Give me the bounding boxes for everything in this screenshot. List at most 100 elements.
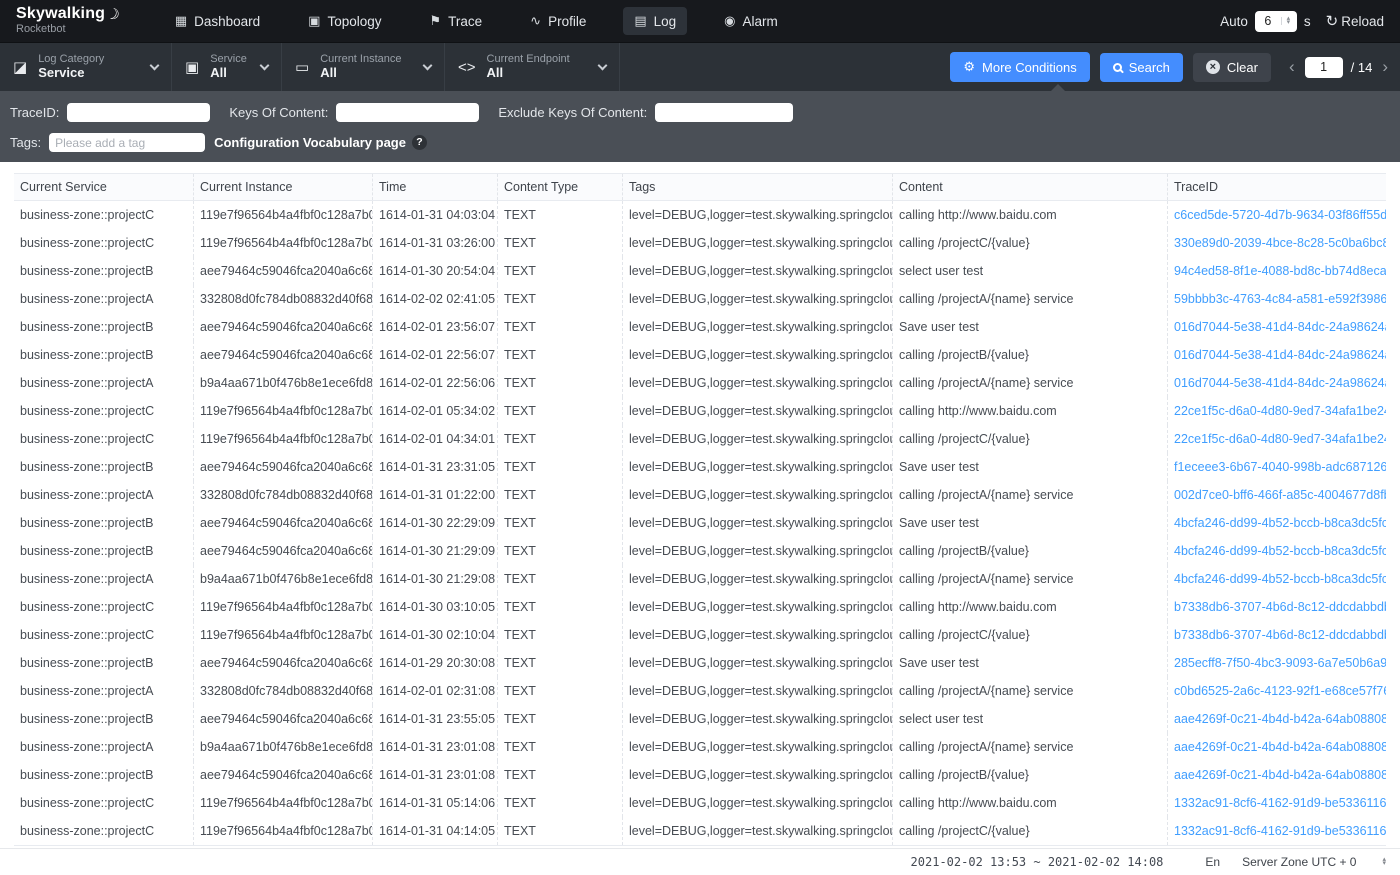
trace-id-input[interactable] <box>67 103 210 122</box>
cell-content-type: TEXT <box>497 257 622 285</box>
cell-content-type: TEXT <box>497 285 622 313</box>
cell-current-instance: 119e7f96564b4a4fbf0c128a7b0... <box>193 789 372 817</box>
cell-tags: level=DEBUG,logger=test.skywalking.sprin… <box>622 733 892 761</box>
cell-current-instance: b9a4aa671b0f476b8e1ece6fd8f... <box>193 369 372 397</box>
cell-tags: level=DEBUG,logger=test.skywalking.sprin… <box>622 397 892 425</box>
trace-id-link[interactable]: 94c4ed58-8f1e-4088-bd8c-bb74d8eca703 <box>1167 257 1386 285</box>
auto-reload-controls: Auto ▴▾ s ↻ Reload <box>1220 11 1384 32</box>
top-nav: Skywalking ☽ Rocketbot ▦ Dashboard ▣ Top… <box>0 0 1400 42</box>
exclude-keys-input[interactable] <box>655 103 793 122</box>
column-header-time: Time <box>372 174 497 200</box>
cell-current-instance: aee79464c59046fca2040a6c68... <box>193 761 372 789</box>
help-icon[interactable]: ? <box>412 135 427 150</box>
chevron-down-icon <box>150 61 160 71</box>
cell-current-instance: 119e7f96564b4a4fbf0c128a7b0... <box>193 397 372 425</box>
cell-content-type: TEXT <box>497 453 622 481</box>
cell-content-type: TEXT <box>497 761 622 789</box>
spinner-arrows-icon[interactable]: ▴▾ <box>1281 17 1295 26</box>
cell-content: select user test <box>892 257 1167 285</box>
zone-stepper-icon[interactable]: ▴▾ <box>1382 858 1386 866</box>
cell-time: 1614-02-02 02:41:05 <box>372 285 497 313</box>
configuration-vocabulary-link[interactable]: Configuration Vocabulary page <box>214 135 406 150</box>
cell-tags: level=DEBUG,logger=test.skywalking.sprin… <box>622 509 892 537</box>
cell-current-service: business-zone::projectC <box>14 397 193 425</box>
trace-id-link[interactable]: 59bbbb3c-4763-4c84-a581-e592f39865bd <box>1167 285 1386 313</box>
cell-current-service: business-zone::projectC <box>14 201 193 229</box>
nav-menu-item[interactable]: ▣ Topology <box>297 7 392 35</box>
cell-content: calling /projectC/{value} <box>892 621 1167 649</box>
nav-menu-item[interactable]: ▦ Dashboard <box>164 7 271 35</box>
nav-menu-item[interactable]: ⚑ Trace <box>419 7 494 35</box>
trace-id-link[interactable]: b7338db6-3707-4b6d-8c12-ddcdabbdb45a <box>1167 621 1386 649</box>
trace-id-link[interactable]: aae4269f-0c21-4b4d-b42a-64ab08808ac8 <box>1167 733 1386 761</box>
cell-content: calling http://www.baidu.com <box>892 789 1167 817</box>
cell-current-instance: 119e7f96564b4a4fbf0c128a7b0... <box>193 425 372 453</box>
more-conditions-button[interactable]: ⚙ More Conditions <box>950 52 1089 82</box>
nav-item-icon: ▣ <box>308 13 320 29</box>
cell-tags: level=DEBUG,logger=test.skywalking.sprin… <box>622 369 892 397</box>
reload-button[interactable]: ↻ Reload <box>1326 12 1384 30</box>
table-row: business-zone::projectA 332808d0fc784db0… <box>14 481 1386 509</box>
trace-id-link[interactable]: 1332ac91-8cf6-4162-91d9-be53361168a9 <box>1167 817 1386 845</box>
trace-id-link[interactable]: 016d7044-5e38-41d4-84dc-24a98624a30e <box>1167 313 1386 341</box>
trace-id-link[interactable]: f1eceee3-6b67-4040-998b-adc6871261c1 <box>1167 453 1386 481</box>
trace-id-link[interactable]: 330e89d0-2039-4bce-8c28-5c0ba6bc8ce7 <box>1167 229 1386 257</box>
selector-icon: ◪ <box>13 58 27 76</box>
trace-id-link[interactable]: 4bcfa246-dd99-4b52-bccb-b8ca3dc5fc94 <box>1167 565 1386 593</box>
trace-id-link[interactable]: 285ecff8-7f50-4bc3-9093-6a7e50b6a9a3 <box>1167 649 1386 677</box>
filter-selector[interactable]: ◪ Log Category Service <box>0 43 172 91</box>
prev-page-icon[interactable]: ‹ <box>1287 57 1297 77</box>
chevron-down-icon <box>598 61 608 71</box>
filter-selector[interactable]: ▣ Service All <box>172 43 282 91</box>
table-row: business-zone::projectA 332808d0fc784db0… <box>14 285 1386 313</box>
trace-id-link[interactable]: c0bd6525-2a6c-4123-92f1-e68ce57f767d <box>1167 677 1386 705</box>
time-range-picker[interactable]: 2021-02-02 13:53 ~ 2021-02-02 14:08 <box>911 855 1164 869</box>
cell-tags: level=DEBUG,logger=test.skywalking.sprin… <box>622 257 892 285</box>
page-number-input[interactable] <box>1305 57 1343 78</box>
cell-current-instance: aee79464c59046fca2040a6c68... <box>193 313 372 341</box>
cell-content-type: TEXT <box>497 705 622 733</box>
cell-content-type: TEXT <box>497 201 622 229</box>
trace-id-link[interactable]: 22ce1f5c-d6a0-4d80-9ed7-34afa1be2490 <box>1167 397 1386 425</box>
auto-interval-input[interactable] <box>1255 14 1281 28</box>
keys-of-content-input[interactable] <box>336 103 479 122</box>
trace-id-link[interactable]: 22ce1f5c-d6a0-4d80-9ed7-34afa1be2490 <box>1167 425 1386 453</box>
cell-current-service: business-zone::projectC <box>14 425 193 453</box>
trace-id-link[interactable]: 4bcfa246-dd99-4b52-bccb-b8ca3dc5fc94 <box>1167 537 1386 565</box>
search-button[interactable]: Search <box>1100 53 1183 82</box>
cell-time: 1614-01-30 21:29:09 <box>372 537 497 565</box>
trace-id-link[interactable]: b7338db6-3707-4b6d-8c12-ddcdabbdb45a <box>1167 593 1386 621</box>
nav-item-label: Dashboard <box>194 14 260 29</box>
trace-id-link[interactable]: 016d7044-5e38-41d4-84dc-24a98624a30e <box>1167 369 1386 397</box>
nav-menu-item[interactable]: ∿ Profile <box>519 7 597 35</box>
clear-label: Clear <box>1227 60 1258 75</box>
clear-button[interactable]: × Clear <box>1193 53 1271 82</box>
more-conditions-label: More Conditions <box>982 60 1077 75</box>
cell-content: calling http://www.baidu.com <box>892 397 1167 425</box>
trace-id-link[interactable]: c6ced5de-5720-4d7b-9634-03f86ff55d30 <box>1167 201 1386 229</box>
trace-id-link[interactable]: 4bcfa246-dd99-4b52-bccb-b8ca3dc5fc94 <box>1167 509 1386 537</box>
tags-input[interactable] <box>49 133 205 152</box>
search-label: Search <box>1129 60 1170 75</box>
next-page-icon[interactable]: › <box>1380 57 1390 77</box>
trace-id-link[interactable]: 002d7ce0-bff6-466f-a85c-4004677d8fbf <box>1167 481 1386 509</box>
nav-menu-item[interactable]: ◉ Alarm <box>713 7 789 35</box>
filter-selector[interactable]: ▭ Current Instance All <box>282 43 445 91</box>
trace-id-link[interactable]: aae4269f-0c21-4b4d-b42a-64ab08808ac8 <box>1167 761 1386 789</box>
filter-selector[interactable]: <> Current Endpoint All <box>445 43 620 91</box>
language-toggle[interactable]: En <box>1205 855 1220 869</box>
cell-content: Save user test <box>892 313 1167 341</box>
trace-id-link[interactable]: aae4269f-0c21-4b4d-b42a-64ab08808ac8 <box>1167 705 1386 733</box>
cell-content: calling /projectC/{value} <box>892 817 1167 845</box>
nav-item-icon: ∿ <box>530 13 541 29</box>
column-header-tags: Tags <box>622 174 892 200</box>
trace-id-link[interactable]: 1332ac91-8cf6-4162-91d9-be53361168a9 <box>1167 789 1386 817</box>
cell-current-service: business-zone::projectC <box>14 621 193 649</box>
nav-item-icon: ▦ <box>175 13 187 29</box>
nav-menu-item[interactable]: ▤ Log <box>623 7 687 35</box>
cell-content-type: TEXT <box>497 621 622 649</box>
table-row: business-zone::projectA b9a4aa671b0f476b… <box>14 369 1386 397</box>
cell-time: 1614-01-31 23:01:08 <box>372 733 497 761</box>
trace-id-link[interactable]: 016d7044-5e38-41d4-84dc-24a98624a30e <box>1167 341 1386 369</box>
cell-content-type: TEXT <box>497 481 622 509</box>
